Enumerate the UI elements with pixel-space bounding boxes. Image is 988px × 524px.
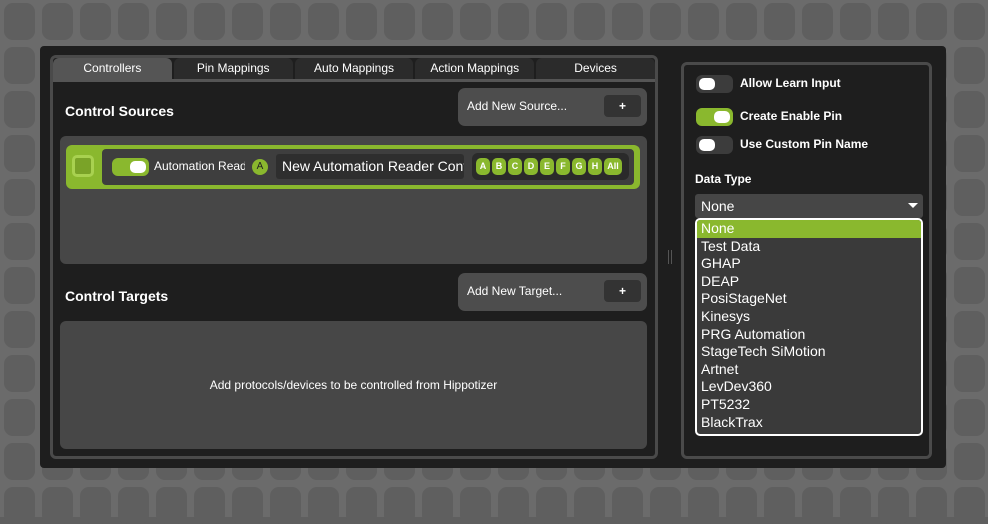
channel-button-b[interactable]: B [492,158,506,175]
sources-list: Automation Reader A New Automation Reade… [60,136,647,264]
dropdown-option[interactable]: Artnet [697,361,921,379]
dropdown-option[interactable]: PT5232 [697,396,921,414]
custom-pin-name-label: Use Custom Pin Name [740,137,869,151]
custom-pin-name-toggle[interactable] [696,136,733,154]
settings-panel: Allow Learn Input Create Enable Pin Use … [681,62,932,459]
channel-button-f[interactable]: F [556,158,570,175]
plus-icon[interactable]: + [604,95,641,117]
dropdown-option[interactable]: BlackTrax [697,414,921,432]
tab-auto-mappings[interactable]: Auto Mappings [294,58,414,79]
channel-button-c[interactable]: C [508,158,522,175]
dropdown-option[interactable]: DEAP [697,273,921,291]
allow-learn-toggle[interactable] [696,75,733,93]
chevron-down-icon [908,203,918,208]
add-new-target-button[interactable]: Add New Target... + [458,273,647,311]
channel-button-h[interactable]: H [588,158,602,175]
targets-list: Add protocols/devices to be controlled f… [60,321,647,449]
dropdown-option[interactable]: None [697,220,921,238]
dropdown-option[interactable]: Test Data [697,238,921,256]
dropdown-option[interactable]: PRG Automation [697,326,921,344]
data-type-label: Data Type [695,172,752,186]
targets-empty-text: Add protocols/devices to be controlled f… [209,378,498,392]
tab-underline [53,79,655,82]
dropdown-option[interactable]: PosiStageNet [697,290,921,308]
channel-button-all[interactable]: All [604,158,622,175]
source-row-content: Automation Reader A New Automation Reade… [102,149,634,185]
dropdown-option[interactable]: GHAP [697,255,921,273]
add-target-label: Add New Target... [467,284,563,298]
data-type-dropdown: None Test Data GHAP DEAP PosiStageNet Kinesys… [695,218,923,436]
create-enable-pin-label: Create Enable Pin [740,109,843,123]
dropdown-option[interactable]: LevDev360 [697,378,921,396]
data-type-select[interactable]: None [695,194,923,218]
tab-bar: Controllers Pin Mappings Auto Mappings A… [53,58,655,79]
tab-action-mappings[interactable]: Action Mappings [415,58,535,79]
source-badge: A [252,159,268,175]
channel-button-e[interactable]: E [540,158,554,175]
create-enable-pin-toggle[interactable] [696,108,733,126]
channel-buttons: A B C D E F G H All [472,153,629,180]
controllers-panel: Controllers Pin Mappings Auto Mappings A… [50,55,658,459]
allow-learn-label: Allow Learn Input [740,76,841,90]
control-targets-title: Control Targets [65,288,169,304]
tab-controllers[interactable]: Controllers [53,58,172,79]
add-new-source-button[interactable]: Add New Source... + [458,88,647,126]
channel-button-a[interactable]: A [476,158,490,175]
source-enable-toggle[interactable] [112,158,149,176]
select-checkbox[interactable] [72,155,94,177]
dropdown-option[interactable]: StageTech SiMotion [697,343,921,361]
add-source-label: Add New Source... [467,99,568,113]
source-name-input[interactable]: New Automation Reader Controller [276,154,464,179]
source-type-label: Automation Reader [154,159,245,173]
tab-devices[interactable]: Devices [536,58,655,79]
panel-splitter[interactable] [668,250,672,264]
channel-button-d[interactable]: D [524,158,538,175]
channel-button-g[interactable]: G [572,158,586,175]
data-type-value: None [701,198,735,214]
plus-icon[interactable]: + [604,280,641,302]
source-row[interactable]: Automation Reader A New Automation Reade… [66,145,640,189]
control-sources-title: Control Sources [65,103,174,119]
tab-pin-mappings[interactable]: Pin Mappings [173,58,293,79]
dropdown-option[interactable]: Kinesys [697,308,921,326]
